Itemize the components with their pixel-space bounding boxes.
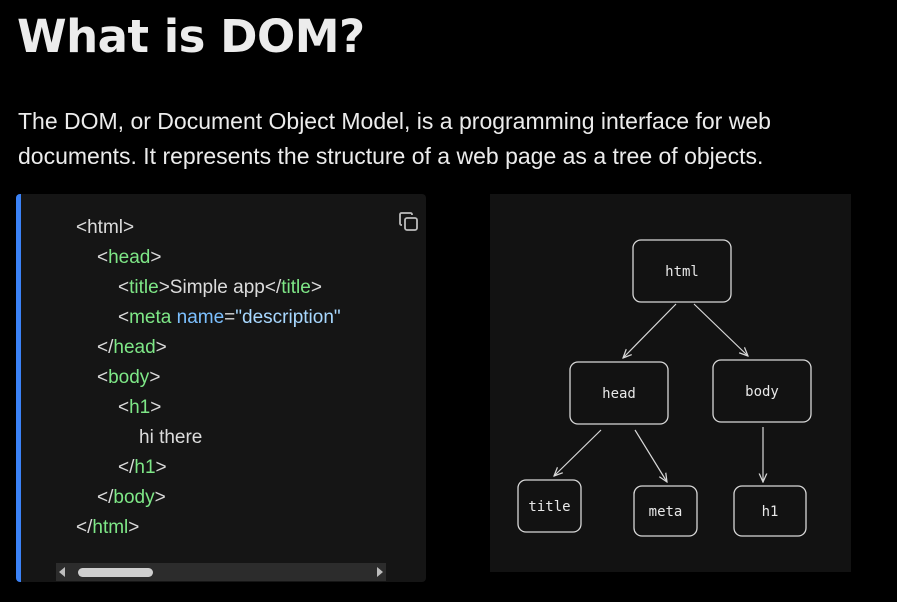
code-token: > (123, 217, 135, 238)
code-token: title (281, 277, 311, 298)
code-horizontal-scrollbar[interactable] (56, 563, 386, 581)
code-token: > (310, 277, 322, 298)
code-token: < (97, 367, 109, 388)
code-token: < (118, 397, 130, 418)
code-token: > (128, 517, 140, 538)
code-lines: <html> <head> <title>Simple app</title> <me… (16, 213, 341, 543)
dom-tree-diagram: html head body title meta h1 (490, 194, 851, 572)
code-token: </ (97, 487, 114, 508)
code-token: > (149, 367, 161, 388)
code-token: > (155, 457, 167, 478)
code-token: body (113, 487, 155, 508)
code-token: "description" (235, 307, 341, 328)
code-token: > (155, 337, 167, 358)
code-token: </ (118, 457, 135, 478)
code-token: h1 (129, 397, 151, 418)
code-line: <h1> (16, 393, 341, 423)
code-token: meta (129, 307, 172, 328)
tree-node-body: body (712, 359, 812, 423)
tree-node-label: body (745, 384, 779, 400)
code-line: </head> (16, 333, 341, 363)
tree-node-label: head (602, 386, 636, 402)
code-token: > (150, 397, 162, 418)
code-line: <title>Simple app</title> (16, 273, 341, 303)
code-line: <meta name="description" (16, 303, 341, 333)
code-line: <body> (16, 363, 341, 393)
code-line: <html> (16, 213, 341, 243)
dom-tree-svg: html head body title meta h1 (517, 239, 812, 537)
code-line: </html> (16, 513, 341, 543)
code-token: </ (264, 277, 282, 298)
code-token: > (154, 487, 166, 508)
code-token: < (76, 217, 88, 238)
intro-paragraph: The DOM, or Document Object Model, is a … (18, 108, 771, 169)
tree-node-label: html (665, 264, 699, 280)
tree-node-meta: meta (633, 485, 698, 537)
tree-node-head: head (569, 361, 669, 425)
code-token: > (150, 247, 162, 268)
code-line: <head> (16, 243, 341, 273)
tree-node-title: title (517, 479, 582, 533)
tree-node-html: html (632, 239, 732, 303)
code-token: html (87, 217, 124, 238)
code-token: head (108, 247, 151, 268)
tree-node-label: title (528, 499, 570, 515)
tree-edge-head-meta (634, 429, 667, 482)
code-token: html (92, 517, 129, 538)
page-title: What is DOM? (17, 10, 365, 63)
scroll-right-arrow-icon[interactable] (372, 563, 386, 581)
scrollbar-thumb[interactable] (78, 568, 153, 577)
code-block: <html> <head> <title>Simple app</title> <me… (16, 194, 426, 582)
tree-node-label: meta (649, 504, 683, 520)
copy-icon (399, 212, 418, 231)
code-token: </ (76, 517, 93, 538)
tree-edge-head-title (554, 429, 602, 476)
code-token: </ (97, 337, 114, 358)
tree-edge-html-head (623, 303, 677, 358)
code-token: h1 (134, 457, 156, 478)
code-token: body (108, 367, 150, 388)
code-token: Simple app (169, 277, 265, 298)
code-token: name (176, 307, 225, 328)
code-line: </body> (16, 483, 341, 513)
tree-node-label: h1 (762, 504, 779, 520)
code-token: < (97, 247, 109, 268)
code-line: hi there (16, 423, 341, 453)
code-token: title (129, 277, 159, 298)
code-token: = (224, 307, 236, 328)
code-token: < (118, 307, 130, 328)
code-token: head (113, 337, 156, 358)
scroll-left-arrow-icon[interactable] (56, 563, 70, 581)
code-token: > (158, 277, 170, 298)
tree-edge-html-body (693, 303, 748, 356)
tree-node-h1: h1 (733, 485, 807, 537)
code-line: </h1> (16, 453, 341, 483)
code-token: < (118, 277, 130, 298)
code-token: hi there (139, 427, 203, 448)
copy-button[interactable] (397, 210, 421, 234)
